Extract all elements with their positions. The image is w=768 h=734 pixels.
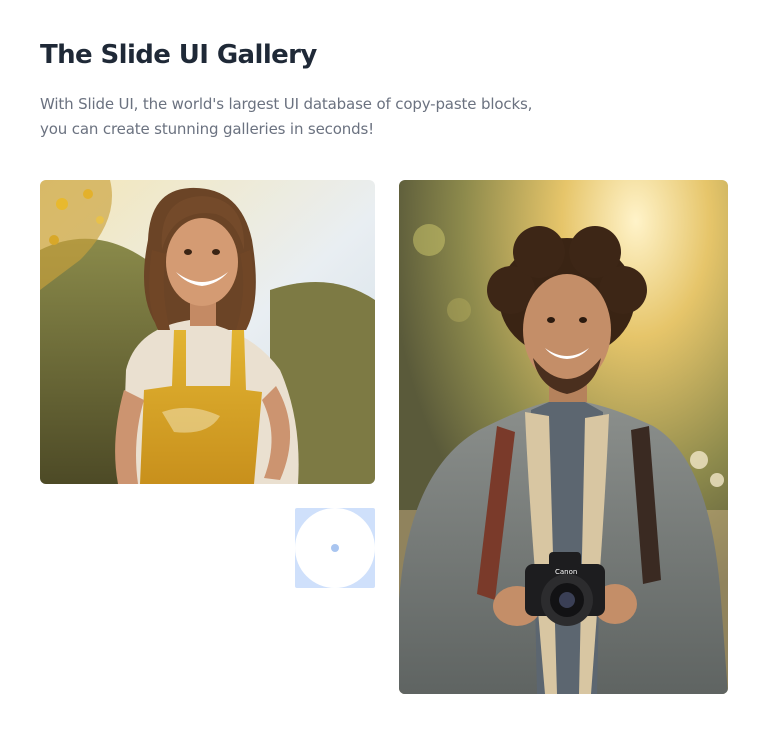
camera-brand: Canon [555,568,577,576]
placeholder-dot [331,544,339,552]
gallery-description: With Slide UI, the world's largest UI da… [40,92,600,142]
gallery-section: The Slide UI Gallery With Slide UI, the … [0,0,768,734]
gallery-title: The Slide UI Gallery [40,40,317,70]
description-line-1: With Slide UI, the world's largest UI da… [40,95,533,113]
gallery-image-woman[interactable] [40,180,375,484]
description-line-2: you can create stunning galleries in sec… [40,120,375,138]
image-placeholder-tile[interactable] [295,508,375,588]
man-photo-illustration: Canon [399,180,728,694]
woman-photo-illustration [40,180,375,484]
gallery-image-man[interactable]: Canon [399,180,728,694]
